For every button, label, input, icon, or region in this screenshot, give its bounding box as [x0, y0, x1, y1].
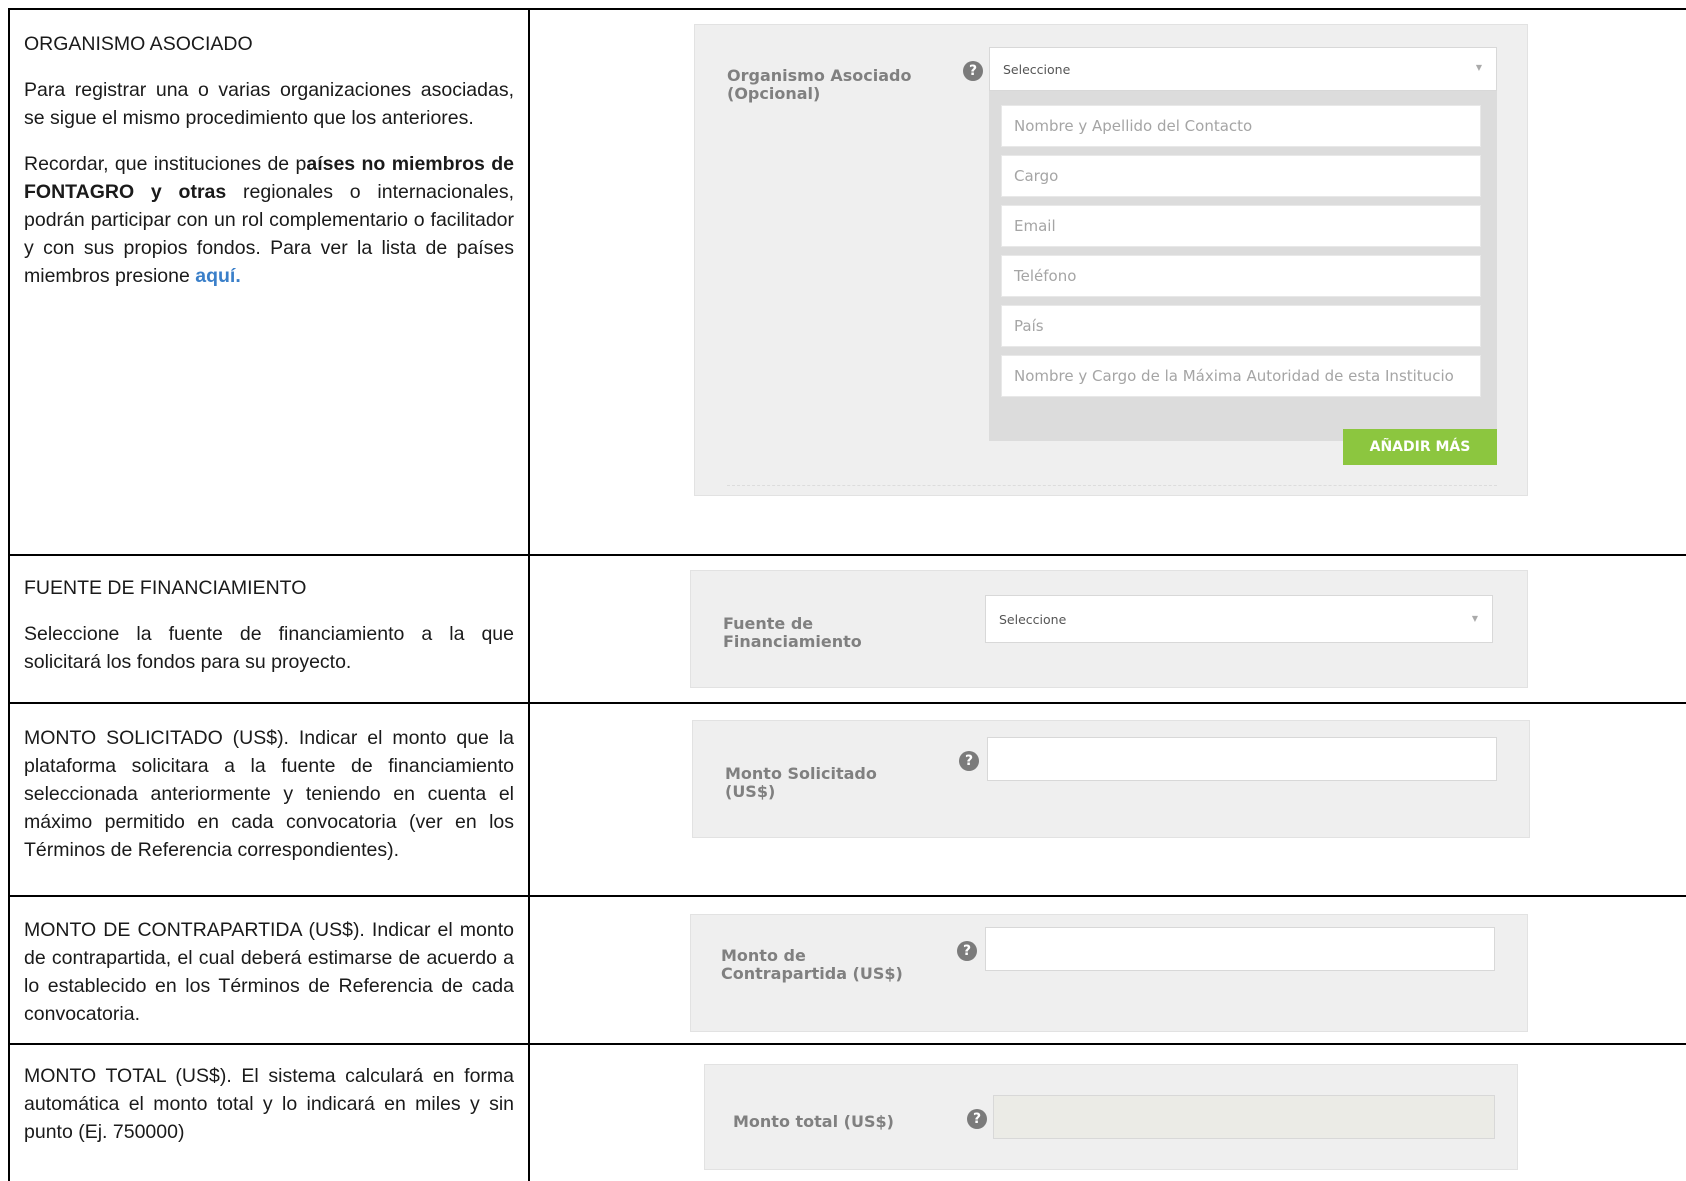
fuente-form-panel: Fuente de Financiamiento Seleccione ▼	[690, 570, 1528, 688]
organismo-form-panel: Organismo Asociado (Opcional) ? Seleccio…	[694, 24, 1528, 496]
monto-solicitado-para: MONTO SOLICITADO (US$). Indicar el monto…	[24, 727, 514, 861]
question-circle-icon[interactable]: ?	[957, 941, 977, 961]
monto-solicitado-label: Monto Solicitado (US$)	[725, 764, 877, 801]
row-divider-1	[8, 554, 1686, 556]
organismo-select[interactable]: Seleccione ▼	[989, 47, 1497, 91]
row-divider-3	[8, 895, 1686, 897]
monto-solicitado-input[interactable]	[987, 737, 1497, 781]
monto-total-description: MONTO TOTAL (US$). El sistema calculará …	[24, 1062, 514, 1164]
contact-cargo-input[interactable]: Cargo	[1001, 155, 1481, 197]
monto-total-para: MONTO TOTAL (US$). El sistema calculará …	[24, 1065, 514, 1143]
table-left-border	[8, 8, 10, 1181]
contact-fields-group: Nombre y Apellido del Contacto Cargo Ema…	[989, 91, 1497, 441]
panel-divider	[727, 485, 1497, 486]
monto-total-input	[993, 1095, 1495, 1139]
monto-contrapartida-input[interactable]	[985, 927, 1495, 971]
contact-email-input[interactable]: Email	[1001, 205, 1481, 247]
monto-contrapartida-form-panel: Monto de Contrapartida (US$) ?	[690, 914, 1528, 1032]
monto-contrapartida-description: MONTO DE CONTRAPARTIDA (US$). Indicar el…	[24, 916, 514, 1046]
fuente-para: Seleccione la fuente de financiamiento a…	[24, 623, 514, 673]
caret-down-icon: ▼	[1471, 614, 1478, 623]
contact-name-input[interactable]: Nombre y Apellido del Contacto	[1001, 105, 1481, 147]
add-more-button[interactable]: AÑADIR MÁS	[1343, 429, 1497, 465]
row-divider-2	[8, 702, 1686, 704]
table-column-divider	[528, 8, 530, 1181]
monto-total-label: Monto total (US$)	[733, 1112, 894, 1131]
fuente-label: Fuente de Financiamiento	[723, 614, 862, 651]
table-top-border	[8, 8, 1686, 10]
fuente-heading: FUENTE DE FINANCIAMIENTO	[24, 577, 307, 599]
max-authority-input[interactable]: Nombre y Cargo de la Máxima Autoridad de…	[1001, 355, 1481, 397]
question-circle-icon[interactable]: ?	[963, 61, 983, 81]
organismo-para2: Recordar, que instituciones de países no…	[24, 153, 515, 287]
monto-total-form-panel: Monto total (US$) ?	[704, 1064, 1518, 1170]
question-circle-icon[interactable]: ?	[967, 1109, 987, 1129]
monto-contrapartida-para: MONTO DE CONTRAPARTIDA (US$). Indicar el…	[24, 919, 514, 1025]
organismo-para1: Para registrar una o varias organizacion…	[24, 79, 514, 129]
monto-solicitado-form-panel: Monto Solicitado (US$) ?	[692, 720, 1530, 838]
monto-solicitado-description: MONTO SOLICITADO (US$). Indicar el monto…	[24, 724, 514, 882]
contact-pais-input[interactable]: País	[1001, 305, 1481, 347]
contact-telefono-input[interactable]: Teléfono	[1001, 255, 1481, 297]
organismo-description: ORGANISMO ASOCIADO Para registrar una o …	[24, 30, 514, 308]
aqui-link[interactable]: aquí.	[195, 265, 241, 287]
monto-contrapartida-label: Monto de Contrapartida (US$)	[721, 946, 903, 983]
question-circle-icon[interactable]: ?	[959, 751, 979, 771]
fuente-select[interactable]: Seleccione ▼	[985, 595, 1493, 643]
organismo-heading: ORGANISMO ASOCIADO	[24, 33, 253, 55]
fuente-description: FUENTE DE FINANCIAMIENTO Seleccione la f…	[24, 574, 514, 694]
organismo-label: Organismo Asociado (Opcional)	[727, 66, 912, 103]
caret-down-icon: ▼	[1475, 63, 1482, 72]
